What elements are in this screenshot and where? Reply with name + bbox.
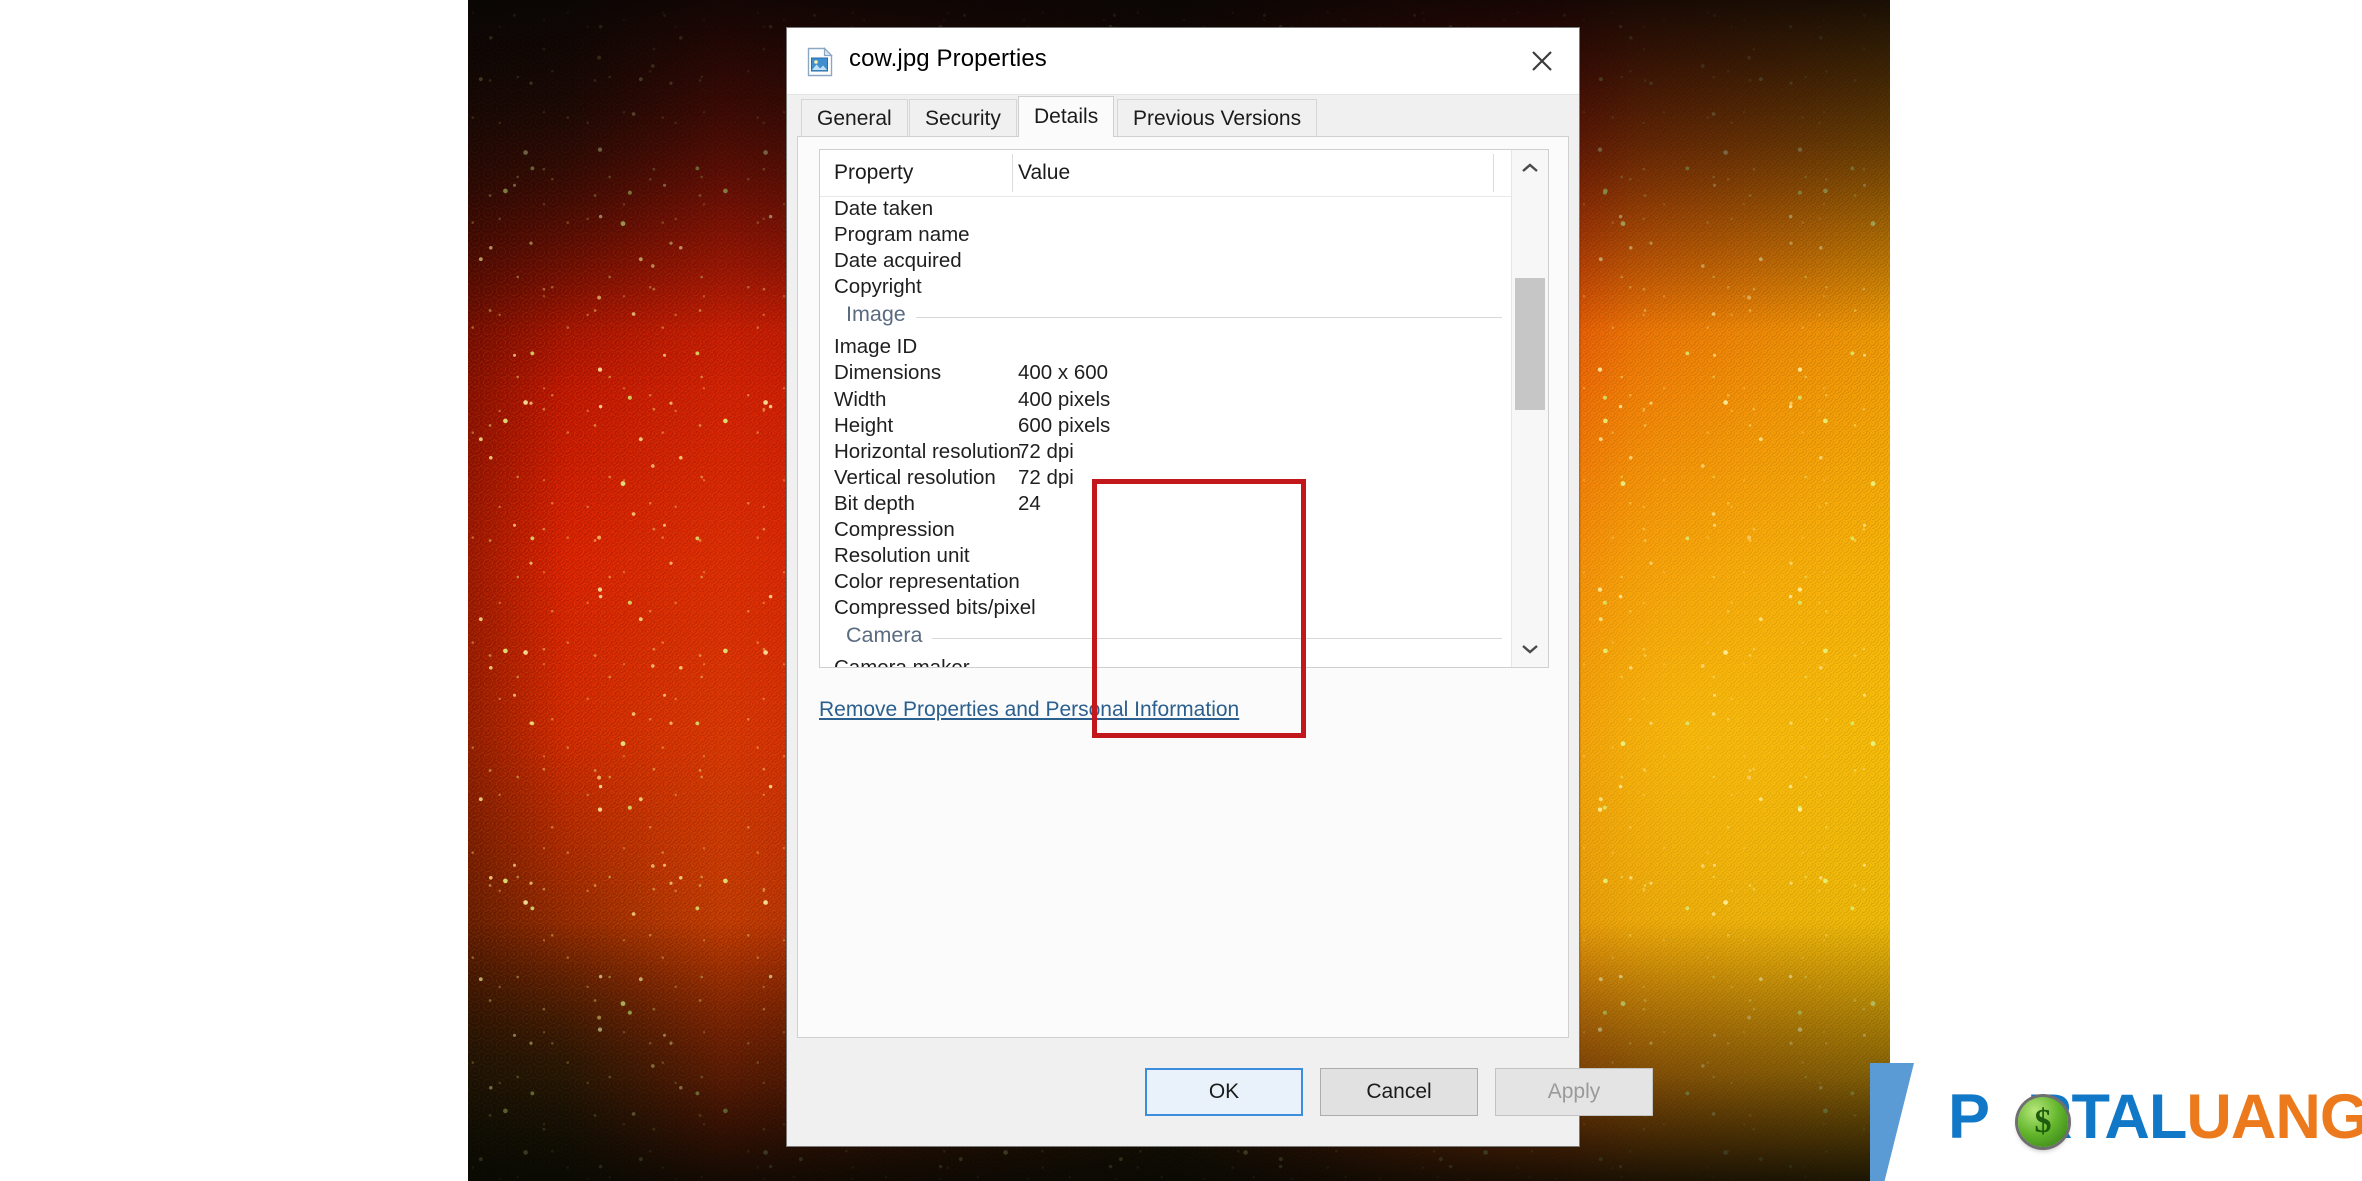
properties-listbox[interactable]: Property Value Date taken Program name D… [819,149,1549,668]
property-name: Color representation [834,570,1020,594]
table-row[interactable]: Resolution unit [820,543,1512,569]
dollar-sign: $ [2034,1103,2052,1140]
ok-button[interactable]: OK [1145,1068,1303,1116]
table-row[interactable]: Image ID [820,334,1512,360]
property-name: Date acquired [834,249,962,273]
property-name: Camera maker [834,656,970,667]
image-file-icon [805,47,835,77]
details-tab-page: Property Value Date taken Program name D… [797,136,1569,1038]
table-row[interactable]: Compression [820,517,1512,543]
property-name: Compressed bits/pixel [834,596,1036,620]
property-name: Resolution unit [834,544,970,568]
table-row[interactable]: Vertical resolution 72 dpi [820,465,1512,491]
property-value: 600 pixels [1018,413,1111,437]
properties-rows: Date taken Program name Date acquired Co… [820,196,1512,667]
screen: cow.jpg Properties General Security Deta… [0,0,2362,1181]
logo-blue-bar [1870,1063,1914,1181]
section-label: Image [846,302,916,328]
remove-properties-link[interactable]: Remove Properties and Personal Informati… [819,698,1239,722]
logo-text-uang: UANG [2186,1082,2362,1152]
dollar-coin-icon: $ [2018,1097,2068,1147]
column-header-property[interactable]: Property [834,161,913,185]
property-name: Dimensions [834,361,942,385]
tab-general[interactable]: General [801,99,908,137]
property-value: 400 x 600 [1018,361,1109,385]
header-divider-1 [1012,154,1013,192]
section-header-image: Image [820,300,1512,334]
property-name: Width [834,387,887,411]
close-icon[interactable] [1505,28,1579,94]
section-label: Camera [846,623,933,649]
property-name: Height [834,413,894,437]
logo-text-p: P [1948,1082,1990,1152]
column-header-value[interactable]: Value [1018,161,1070,185]
scrollbar-track[interactable] [1512,186,1548,631]
table-row[interactable]: Dimensions 400 x 600 [820,360,1512,386]
table-row[interactable]: Program name [820,222,1512,248]
apply-button: Apply [1495,1068,1653,1116]
dialog-titlebar: cow.jpg Properties [787,28,1579,95]
property-name: Date taken [834,197,934,220]
logo-wordmark: P RTALUANG [1948,1081,2362,1153]
tab-previous-versions[interactable]: Previous Versions [1117,99,1318,137]
table-row[interactable]: Compressed bits/pixel [820,595,1512,621]
property-name: Horizontal resolution [834,439,1021,463]
cancel-button[interactable]: Cancel [1320,1068,1478,1116]
portaluang-logo: P RTALUANG $ [1870,1063,2362,1181]
property-value: 72 dpi [1018,439,1074,463]
dialog-footer: OK Cancel Apply [787,1040,1653,1146]
table-row[interactable]: Bit depth 24 [820,491,1512,517]
dialog-title: cow.jpg Properties [849,45,1047,72]
tab-security[interactable]: Security [909,99,1017,137]
section-rule [846,317,1502,319]
property-name: Compression [834,518,955,542]
vertical-scrollbar[interactable] [1511,150,1548,667]
section-header-camera: Camera [820,621,1512,655]
table-row[interactable]: Width 400 pixels [820,387,1512,413]
table-row[interactable]: Height 600 pixels [820,413,1512,439]
table-row[interactable]: Camera maker [820,655,1512,667]
tab-strip: General Security Details Previous Versio… [787,95,1579,137]
table-row[interactable]: Date acquired [820,248,1512,274]
property-value: 400 pixels [1018,387,1111,411]
tab-details[interactable]: Details [1018,96,1115,137]
properties-dialog: cow.jpg Properties General Security Deta… [786,27,1653,1147]
property-name: Copyright [834,275,922,299]
table-row[interactable]: Copyright [820,274,1512,300]
property-name: Bit depth [834,491,915,515]
property-value: 24 [1018,491,1041,515]
scrollbar-thumb[interactable] [1515,278,1545,410]
chevron-down-icon[interactable] [1512,631,1548,667]
table-row[interactable]: Horizontal resolution 72 dpi [820,439,1512,465]
property-name: Program name [834,223,970,247]
property-name: Image ID [834,335,918,359]
header-divider-2 [1493,154,1494,192]
chevron-up-icon[interactable] [1512,150,1548,186]
table-row[interactable]: Date taken [820,196,1512,222]
listbox-header: Property Value [820,150,1548,197]
section-rule [846,638,1502,640]
table-row[interactable]: Color representation [820,569,1512,595]
property-name: Vertical resolution [834,465,996,489]
property-value: 72 dpi [1018,465,1074,489]
